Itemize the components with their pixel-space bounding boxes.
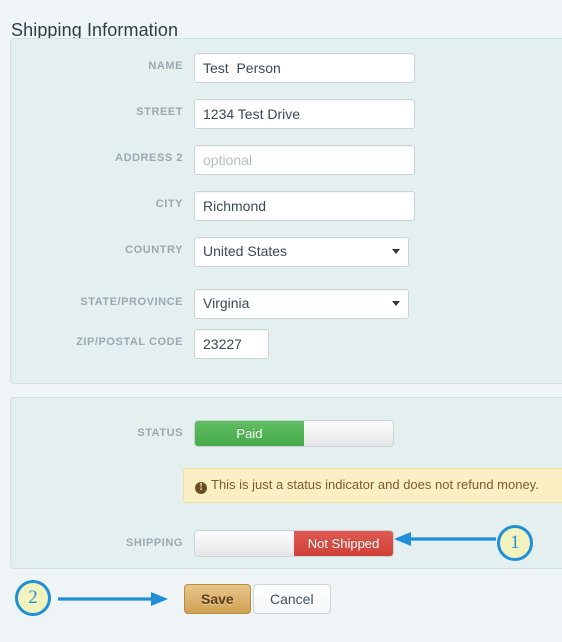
city-input[interactable] [194,191,415,221]
status-alert-text: This is just a status indicator and does… [211,477,539,492]
status-toggle-track [302,421,393,446]
shipping-toggle-track [195,531,295,556]
status-toggle[interactable]: Paid [194,420,394,447]
shipping-toggle-active: Not Shipped [294,531,393,556]
country-select[interactable]: United States [194,237,409,267]
form-row-address2: ADDRESS 2 [11,145,562,175]
chevron-down-icon [392,249,400,254]
shipping-address-panel: NAME STREET ADDRESS 2 CITY COUNTRY Unite… [10,38,562,384]
address2-input[interactable] [194,145,415,175]
field-wrap-name [194,53,415,83]
label-zip: ZIP/POSTAL CODE [76,336,183,348]
field-wrap-zip [194,329,269,359]
exclamation-circle-icon: ! [195,482,207,494]
annotation-arrow-2 [58,592,168,606]
field-wrap-street [194,99,415,129]
form-row-country: COUNTRY United States [11,237,562,267]
label-status: STATUS [137,427,183,439]
field-wrap-status: Paid [194,420,394,447]
label-city: CITY [155,198,183,210]
label-shipping: SHIPPING [126,537,183,549]
label-name: NAME [148,60,183,72]
annotation-marker-1: 1 [497,525,533,561]
field-wrap-state: Virginia [194,289,409,319]
zip-input[interactable] [194,329,269,359]
form-row-state: STATE/PROVINCE Virginia [11,289,562,319]
country-select-value: United States [203,243,288,259]
status-alert: ! This is just a status indicator and doe… [183,468,562,503]
cancel-button[interactable]: Cancel [253,584,331,614]
chevron-down-icon [392,301,400,306]
label-country: COUNTRY [125,244,183,256]
label-street: STREET [136,106,183,118]
name-input[interactable] [194,53,415,83]
field-wrap-address2 [194,145,415,175]
form-row-zip: ZIP/POSTAL CODE [11,329,562,359]
label-state: STATE/PROVINCE [80,296,183,308]
state-select-value: Virginia [203,295,250,311]
street-input[interactable] [194,99,415,129]
state-select[interactable]: Virginia [194,289,409,319]
form-row-status: STATUS Paid [11,420,562,450]
form-row-street: STREET [11,99,562,129]
field-wrap-shipping: Not Shipped [194,530,394,557]
annotation-arrow-1 [394,532,496,546]
save-button[interactable]: Save [184,584,251,614]
field-wrap-city [194,191,415,221]
status-toggle-active: Paid [195,421,304,446]
shipping-toggle[interactable]: Not Shipped [194,530,394,557]
form-row-name: NAME [11,53,562,83]
field-wrap-country: United States [194,237,409,267]
label-address2: ADDRESS 2 [115,152,183,164]
form-row-city: CITY [11,191,562,221]
annotation-marker-2: 2 [15,580,51,616]
